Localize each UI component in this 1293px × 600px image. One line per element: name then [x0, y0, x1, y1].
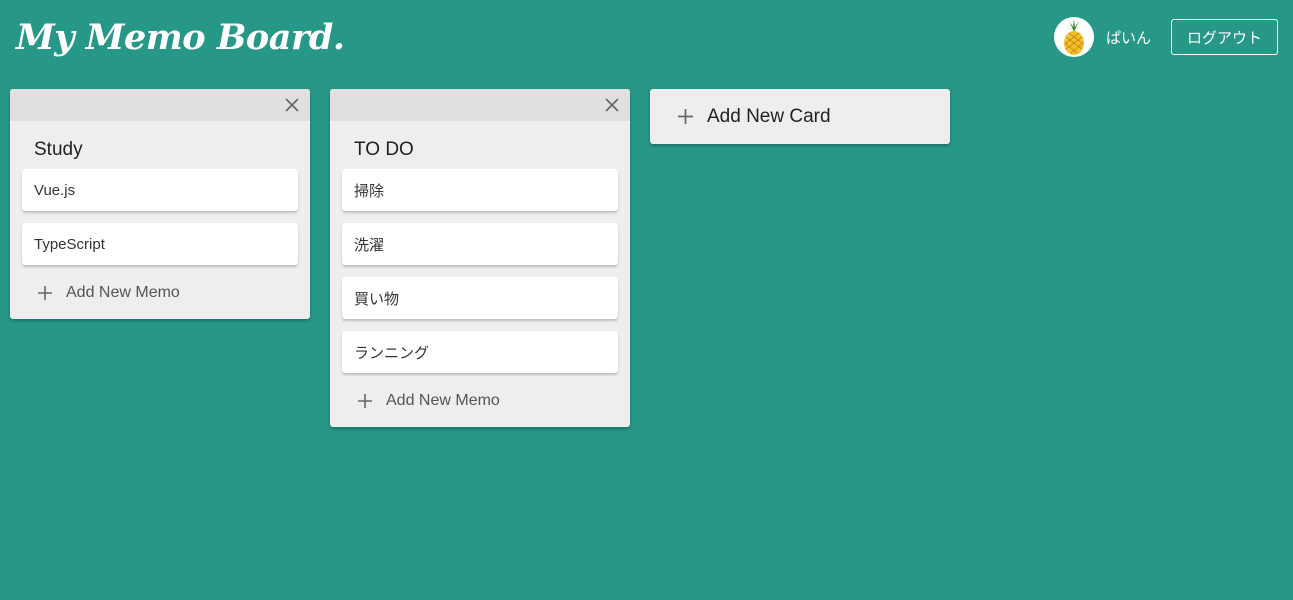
card-title[interactable]: Study	[10, 121, 310, 169]
board: Study Vue.js TypeScript Add New Memo TO …	[10, 89, 950, 427]
card-study: Study Vue.js TypeScript Add New Memo	[10, 89, 310, 319]
memo-item[interactable]: 掃除	[342, 169, 618, 211]
plus-icon	[678, 109, 693, 124]
username: ぱいん	[1105, 29, 1151, 47]
card-title[interactable]: TO DO	[330, 121, 630, 169]
app-title: My Memo Board.	[16, 17, 345, 58]
memo-item[interactable]: Vue.js	[22, 169, 298, 211]
plus-icon	[38, 286, 52, 300]
add-memo-button[interactable]: Add New Memo	[330, 381, 630, 421]
add-memo-button[interactable]: Add New Memo	[10, 273, 310, 313]
memo-item[interactable]: 買い物	[342, 277, 618, 319]
add-memo-label: Add New Memo	[66, 284, 180, 301]
close-icon[interactable]	[604, 97, 620, 113]
memo-item[interactable]: TypeScript	[22, 223, 298, 265]
close-icon[interactable]	[284, 97, 300, 113]
pineapple-icon	[1063, 19, 1084, 55]
memo-list: Vue.js TypeScript	[10, 169, 310, 265]
user-area: ぱいん ログアウト	[1053, 17, 1278, 57]
avatar[interactable]	[1053, 17, 1094, 57]
add-memo-label: Add New Memo	[386, 392, 500, 409]
memo-list: 掃除 洗濯 買い物 ランニング	[330, 169, 630, 373]
add-card-button[interactable]: Add New Card	[650, 89, 950, 144]
card-header[interactable]	[10, 89, 310, 121]
plus-icon	[358, 394, 372, 408]
card-todo: TO DO 掃除 洗濯 買い物 ランニング Add New Memo	[330, 89, 630, 427]
memo-item[interactable]: 洗濯	[342, 223, 618, 265]
logout-button[interactable]: ログアウト	[1170, 19, 1278, 55]
memo-item[interactable]: ランニング	[342, 331, 618, 373]
card-header[interactable]	[330, 89, 630, 121]
add-card-label: Add New Card	[707, 105, 831, 127]
